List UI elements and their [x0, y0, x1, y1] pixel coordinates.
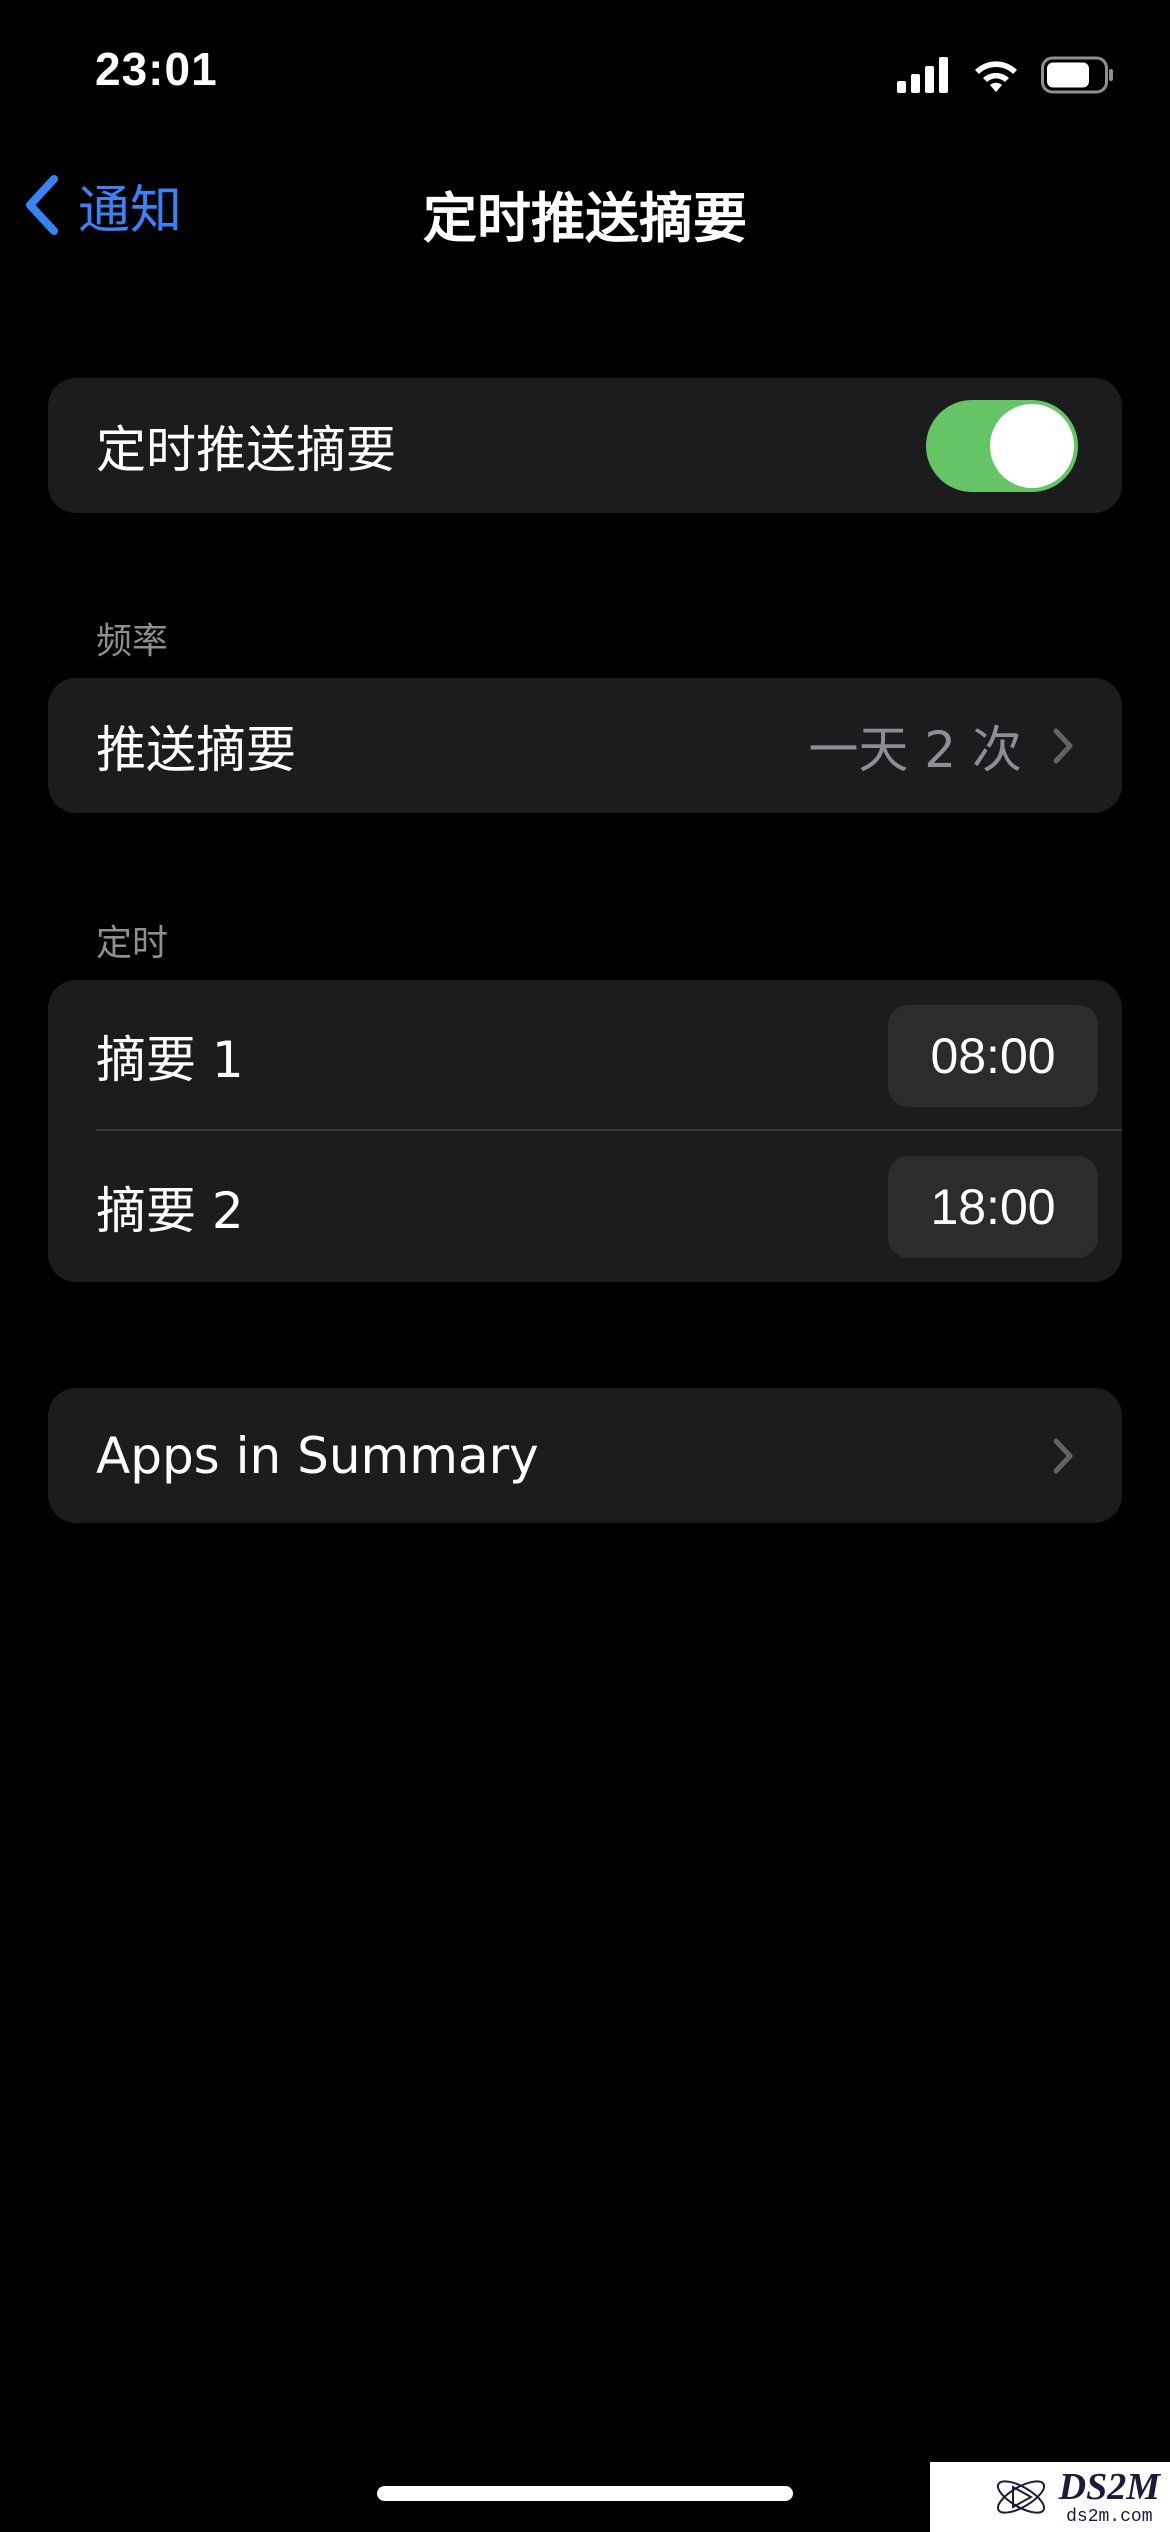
chevron-right-icon [1053, 728, 1073, 763]
signal-icon [897, 57, 948, 93]
schedule-group: 摘要 1 08:00 摘要 2 18:00 [48, 980, 1122, 1282]
watermark: DS2M ds2m.com [930, 2462, 1170, 2532]
watermark-main: DS2M [1058, 2466, 1160, 2508]
summary-2-label: 摘要 2 [96, 1181, 244, 1240]
summary-1-time-picker[interactable]: 08:00 [888, 1004, 1098, 1107]
toggle-knob [990, 403, 1074, 488]
apps-in-summary-label: Apps in Summary [96, 1426, 539, 1485]
watermark-logo-icon [996, 2480, 1045, 2514]
watermark-sub: ds2m.com [1066, 2507, 1153, 2527]
summary-2-row: 摘要 2 18:00 [48, 1131, 1122, 1282]
wifi-icon [975, 61, 1017, 92]
status-icons [897, 50, 1115, 100]
toggle-group: 定时推送摘要 [48, 378, 1122, 513]
frequency-header: 频率 [96, 621, 169, 662]
schedule-header: 定时 [96, 923, 169, 964]
summary-2-time-picker[interactable]: 18:00 [888, 1155, 1098, 1258]
home-indicator[interactable] [377, 2486, 793, 2501]
summary-1-row: 摘要 1 08:00 [48, 980, 1122, 1131]
frequency-group: 推送摘要 一天 2 次 [48, 678, 1122, 813]
scheduled-summary-toggle[interactable] [926, 399, 1078, 492]
scheduled-summary-row: 定时推送摘要 [48, 378, 1122, 513]
page-title: 定时推送摘要 [423, 187, 747, 250]
chevron-right-icon [1053, 1438, 1073, 1473]
screen: 23:01 通知 定时推送摘要 定时推送摘要 频率 推送摘要 一天 2 次 定时… [0, 0, 1170, 2532]
summary-1-label: 摘要 1 [96, 1030, 244, 1089]
status-time: 23:01 [95, 43, 218, 95]
apps-in-summary-row[interactable]: Apps in Summary [48, 1388, 1122, 1523]
deliver-summary-row[interactable]: 推送摘要 一天 2 次 [48, 678, 1122, 813]
scheduled-summary-label: 定时推送摘要 [96, 420, 396, 479]
apps-group: Apps in Summary [48, 1388, 1122, 1523]
deliver-summary-value: 一天 2 次 [808, 720, 1022, 779]
battery-icon [1041, 56, 1113, 94]
deliver-summary-label: 推送摘要 [96, 720, 296, 779]
